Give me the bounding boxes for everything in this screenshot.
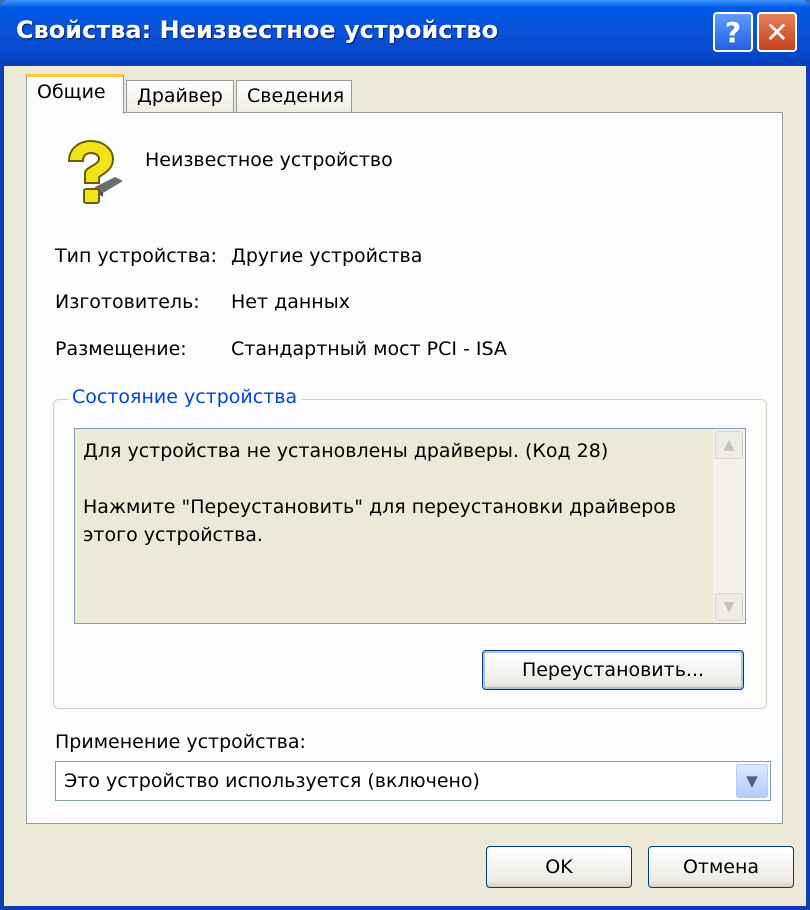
tab-driver[interactable]: Драйвер (126, 80, 234, 112)
device-status-textbox[interactable]: Для устройства не установлены драйверы. … (74, 428, 746, 624)
device-type-value: Другие устройства (231, 245, 423, 267)
properties-dialog: Свойства: Неизвестное устройство ? ✕ Общ… (0, 0, 810, 910)
scroll-down-button[interactable]: ▼ (715, 593, 743, 621)
general-tab-panel: Неизвестное устройство Тип устройства: Д… (26, 112, 783, 824)
device-usage-label: Применение устройства: (55, 731, 306, 753)
tab-driver-label: Драйвер (137, 85, 223, 107)
title-bar[interactable]: Свойства: Неизвестное устройство ? ✕ (0, 0, 810, 66)
device-status-group: Состояние устройства Для устройства не у… (53, 386, 767, 709)
unknown-device-question-icon (67, 139, 123, 204)
tab-details-label: Сведения (247, 85, 345, 107)
help-icon: ? (724, 15, 742, 49)
device-name: Неизвестное устройство (145, 149, 393, 171)
manufacturer-value: Нет данных (231, 291, 350, 313)
manufacturer-label: Изготовитель: (55, 291, 200, 313)
close-button[interactable]: ✕ (757, 12, 797, 52)
tab-general-label: Общие (37, 81, 106, 103)
chevron-down-icon: ▼ (746, 772, 758, 790)
scroll-up-button[interactable]: ▲ (715, 431, 743, 459)
tab-details[interactable]: Сведения (236, 80, 352, 112)
close-icon: ✕ (765, 15, 789, 49)
device-usage-select[interactable]: Это устройство используется (включено) ▼ (55, 761, 771, 801)
chevron-down-icon: ▼ (723, 599, 735, 615)
tab-general[interactable]: Общие (26, 74, 124, 114)
ok-button[interactable]: OK (486, 846, 632, 888)
device-status-text: Для устройства не установлены драйверы. … (83, 440, 677, 546)
help-button[interactable]: ? (713, 12, 753, 52)
dropdown-button[interactable]: ▼ (736, 764, 768, 798)
location-label: Размещение: (55, 338, 187, 360)
device-type-label: Тип устройства: (55, 245, 217, 267)
window-title: Свойства: Неизвестное устройство (16, 16, 499, 44)
reinstall-button[interactable]: Переустановить... (482, 650, 744, 690)
chevron-up-icon: ▲ (723, 437, 735, 453)
device-status-title: Состояние устройства (68, 386, 302, 408)
status-scrollbar[interactable]: ▲ ▼ (713, 429, 745, 623)
location-value: Стандартный мост PCI - ISA (231, 338, 507, 360)
cancel-button[interactable]: Отмена (648, 846, 794, 888)
device-usage-value: Это устройство используется (включено) (64, 770, 480, 792)
